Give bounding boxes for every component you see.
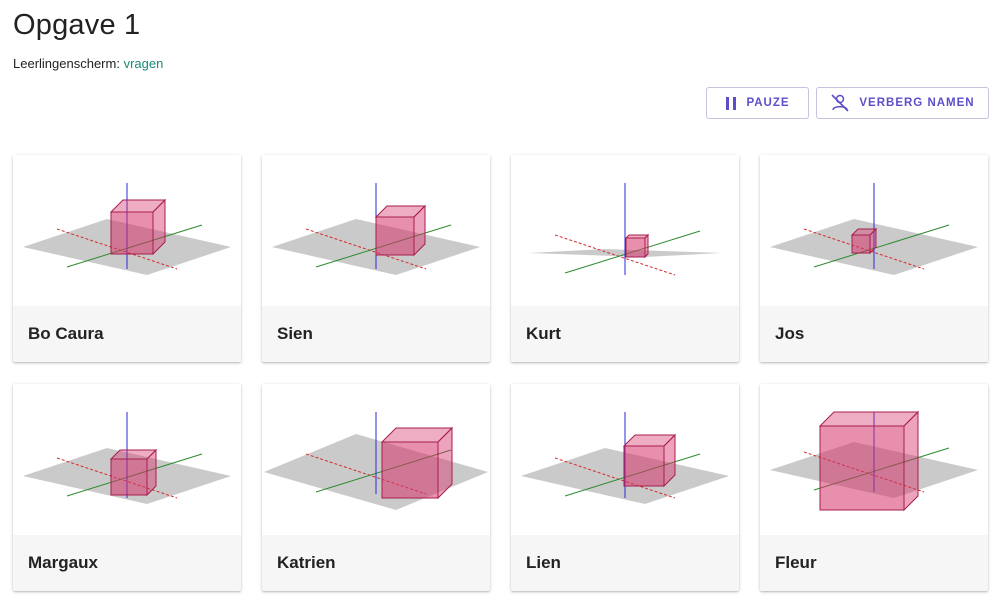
cube-front-face: [625, 237, 646, 258]
student-name: Fleur: [760, 535, 988, 591]
pause-button[interactable]: PAUZE: [706, 87, 809, 119]
student-screen-link[interactable]: vragen: [124, 56, 164, 71]
student-name: Jos: [760, 306, 988, 362]
student-thumbnail: [760, 384, 988, 535]
student-card[interactable]: Kurt: [511, 155, 739, 362]
cube-side-face: [644, 233, 649, 259]
student-name: Kurt: [511, 306, 739, 362]
pause-icon: [725, 96, 737, 110]
student-name: Katrien: [262, 535, 490, 591]
student-thumbnail: [511, 155, 739, 306]
student-thumbnail: [262, 384, 490, 535]
student-name: Lien: [511, 535, 739, 591]
student-card[interactable]: Jos: [760, 155, 988, 362]
pause-button-label: PAUZE: [746, 97, 790, 109]
cube-front-face: [381, 441, 439, 499]
hide-names-button[interactable]: VERBERG NAMEN: [816, 87, 989, 119]
student-card[interactable]: Fleur: [760, 384, 988, 591]
student-screen-label: Leerlingenscherm:: [13, 56, 120, 71]
cube-front-face: [851, 234, 871, 254]
cube-front-face: [819, 425, 905, 511]
student-name: Bo Caura: [13, 306, 241, 362]
student-thumbnail: [262, 155, 490, 306]
page-title: Opgave 1: [13, 9, 141, 41]
cube-front-face: [110, 211, 154, 255]
student-card[interactable]: Bo Caura: [13, 155, 241, 362]
student-card[interactable]: Lien: [511, 384, 739, 591]
student-thumbnail: [13, 384, 241, 535]
cube-top-face: [818, 411, 920, 427]
student-thumbnail: [13, 155, 241, 306]
cube-top-face: [624, 234, 650, 239]
student-card[interactable]: Katrien: [262, 384, 490, 591]
student-name: Sien: [262, 306, 490, 362]
cube-front-face: [375, 216, 415, 256]
cube-front-face: [110, 458, 148, 496]
student-thumbnail: [760, 155, 988, 306]
student-thumbnail: [511, 384, 739, 535]
student-card[interactable]: Sien: [262, 155, 490, 362]
student-screen-info: Leerlingenscherm: vragen: [13, 56, 163, 71]
student-name: Margaux: [13, 535, 241, 591]
student-card[interactable]: Margaux: [13, 384, 241, 591]
cube-side-face: [903, 410, 919, 512]
cube-front-face: [623, 445, 665, 487]
hide-names-button-label: VERBERG NAMEN: [859, 97, 975, 109]
person-off-icon: [830, 93, 850, 113]
